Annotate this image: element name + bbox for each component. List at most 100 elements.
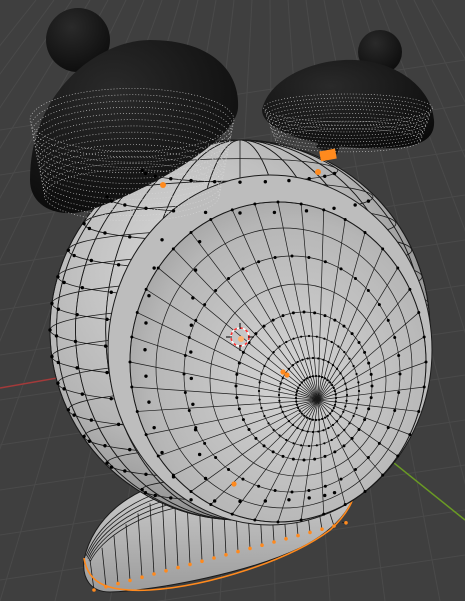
mesh-vertex[interactable] — [306, 357, 309, 360]
mesh-vertex[interactable] — [212, 180, 217, 184]
mesh-vertex[interactable] — [357, 398, 360, 401]
mesh-vertex[interactable] — [290, 254, 294, 258]
mesh-vertex-selected[interactable] — [224, 553, 228, 557]
mesh-vertex[interactable] — [334, 396, 338, 400]
mesh-vertex[interactable] — [281, 314, 285, 318]
mesh-vertex[interactable] — [350, 332, 354, 336]
mesh-vertex[interactable] — [296, 360, 299, 364]
mesh-vertex[interactable] — [103, 444, 107, 448]
mesh-vertex[interactable] — [299, 202, 303, 206]
mesh-vertex[interactable] — [130, 335, 134, 339]
mesh-vertex[interactable] — [272, 351, 275, 354]
mesh-vertex-selected[interactable] — [248, 546, 252, 551]
mesh-vertex[interactable] — [332, 490, 337, 495]
mesh-vertex[interactable] — [305, 377, 309, 380]
mesh-vertex[interactable] — [271, 450, 275, 454]
mesh-vertex[interactable] — [241, 477, 245, 481]
mesh-vertex[interactable] — [291, 457, 295, 461]
mesh-vertex[interactable] — [56, 360, 61, 365]
mesh-vertex[interactable] — [278, 399, 281, 402]
mesh-vertex-selected[interactable] — [176, 565, 180, 570]
mesh-vertex[interactable] — [169, 177, 173, 181]
mesh-vertex[interactable] — [144, 433, 148, 437]
mesh-vertex[interactable] — [152, 425, 156, 430]
mesh-vertex[interactable] — [307, 496, 311, 500]
mesh-vertex[interactable] — [89, 258, 94, 263]
mesh-vertex[interactable] — [348, 357, 351, 360]
mesh-vertex[interactable] — [396, 266, 400, 270]
mesh-vertex[interactable] — [123, 203, 127, 207]
mesh-vertex[interactable] — [263, 180, 268, 184]
mesh-vertex[interactable] — [317, 430, 320, 433]
mesh-vertex[interactable] — [258, 398, 261, 401]
mesh-vertex[interactable] — [323, 442, 326, 445]
mesh-vertex[interactable] — [262, 324, 266, 328]
mesh-vertex[interactable] — [89, 418, 94, 422]
mesh-vertex[interactable] — [135, 311, 139, 315]
mesh-vertex[interactable] — [143, 490, 148, 495]
mesh-vertex[interactable] — [370, 384, 374, 388]
mesh-vertex[interactable] — [298, 409, 301, 413]
mesh-vertex[interactable] — [323, 260, 327, 264]
mesh-vertex[interactable] — [156, 266, 160, 270]
mesh-vertex[interactable] — [135, 409, 139, 413]
mesh-vertex[interactable] — [281, 410, 284, 413]
mesh-vertex[interactable] — [56, 381, 60, 385]
mesh-vertex[interactable] — [369, 396, 373, 400]
mesh-vertex[interactable] — [147, 294, 151, 298]
mesh-vertex[interactable] — [332, 206, 336, 210]
mesh-vertex[interactable] — [301, 429, 304, 432]
mesh-vertex[interactable] — [291, 423, 295, 427]
mesh-vertex[interactable] — [105, 317, 109, 322]
mesh-vertex[interactable] — [260, 406, 263, 410]
clock-face[interactable] — [107, 174, 433, 526]
mesh-vertex[interactable] — [306, 430, 309, 433]
right-bell[interactable] — [262, 30, 435, 162]
mesh-vertex[interactable] — [363, 231, 367, 235]
mesh-vertex[interactable] — [253, 202, 257, 206]
mesh-vertex[interactable] — [66, 408, 71, 412]
mesh-vertex-selected[interactable] — [152, 572, 156, 576]
mesh-vertex[interactable] — [322, 429, 325, 432]
mesh-vertex[interactable] — [194, 426, 198, 430]
mesh-vertex[interactable] — [183, 354, 187, 358]
mesh-vertex[interactable] — [238, 180, 242, 184]
mesh-vertex[interactable] — [153, 174, 157, 178]
mesh-vertex[interactable] — [203, 441, 207, 445]
mesh-vertex[interactable] — [302, 310, 306, 314]
mesh-vertex[interactable] — [276, 520, 280, 524]
mesh-vertex[interactable] — [367, 361, 371, 365]
mesh-vertex[interactable] — [281, 454, 285, 458]
mesh-vertex[interactable] — [285, 438, 288, 442]
mesh-vertex-selected[interactable] — [284, 537, 288, 541]
mesh-vertex[interactable] — [363, 350, 367, 354]
mesh-vertex[interactable] — [314, 374, 318, 378]
mesh-vertex[interactable] — [128, 360, 132, 364]
mesh-vertex-selected[interactable] — [116, 581, 120, 586]
mesh-vertex[interactable] — [331, 383, 334, 387]
mesh-vertex[interactable] — [197, 452, 202, 457]
mesh-vertex[interactable] — [260, 372, 263, 376]
mesh-vertex[interactable] — [128, 235, 132, 239]
mesh-vertex[interactable] — [297, 406, 300, 410]
mesh-vertex[interactable] — [209, 503, 213, 507]
mesh-vertex[interactable] — [267, 357, 270, 360]
mesh-vertex[interactable] — [191, 296, 195, 300]
mesh-vertex[interactable] — [169, 496, 173, 500]
mesh-vertex[interactable] — [194, 318, 198, 322]
mesh-vertex[interactable] — [171, 209, 176, 213]
mesh-vertex[interactable] — [230, 512, 234, 516]
mesh-vertex[interactable] — [294, 396, 298, 400]
mesh-vertex[interactable] — [56, 275, 60, 279]
mesh-vertex[interactable] — [147, 400, 151, 404]
mesh-vertex[interactable] — [367, 407, 371, 411]
mesh-vertex[interactable] — [292, 337, 295, 340]
mesh-vertex[interactable] — [160, 450, 164, 455]
mesh-vertex[interactable] — [50, 301, 54, 306]
mesh-vertex[interactable] — [156, 454, 160, 458]
mesh-vertex[interactable] — [307, 489, 311, 493]
mesh-vertex[interactable] — [345, 393, 349, 397]
mesh-vertex[interactable] — [237, 361, 241, 365]
mesh-vertex[interactable] — [72, 413, 76, 417]
mesh-vertex[interactable] — [308, 375, 311, 379]
